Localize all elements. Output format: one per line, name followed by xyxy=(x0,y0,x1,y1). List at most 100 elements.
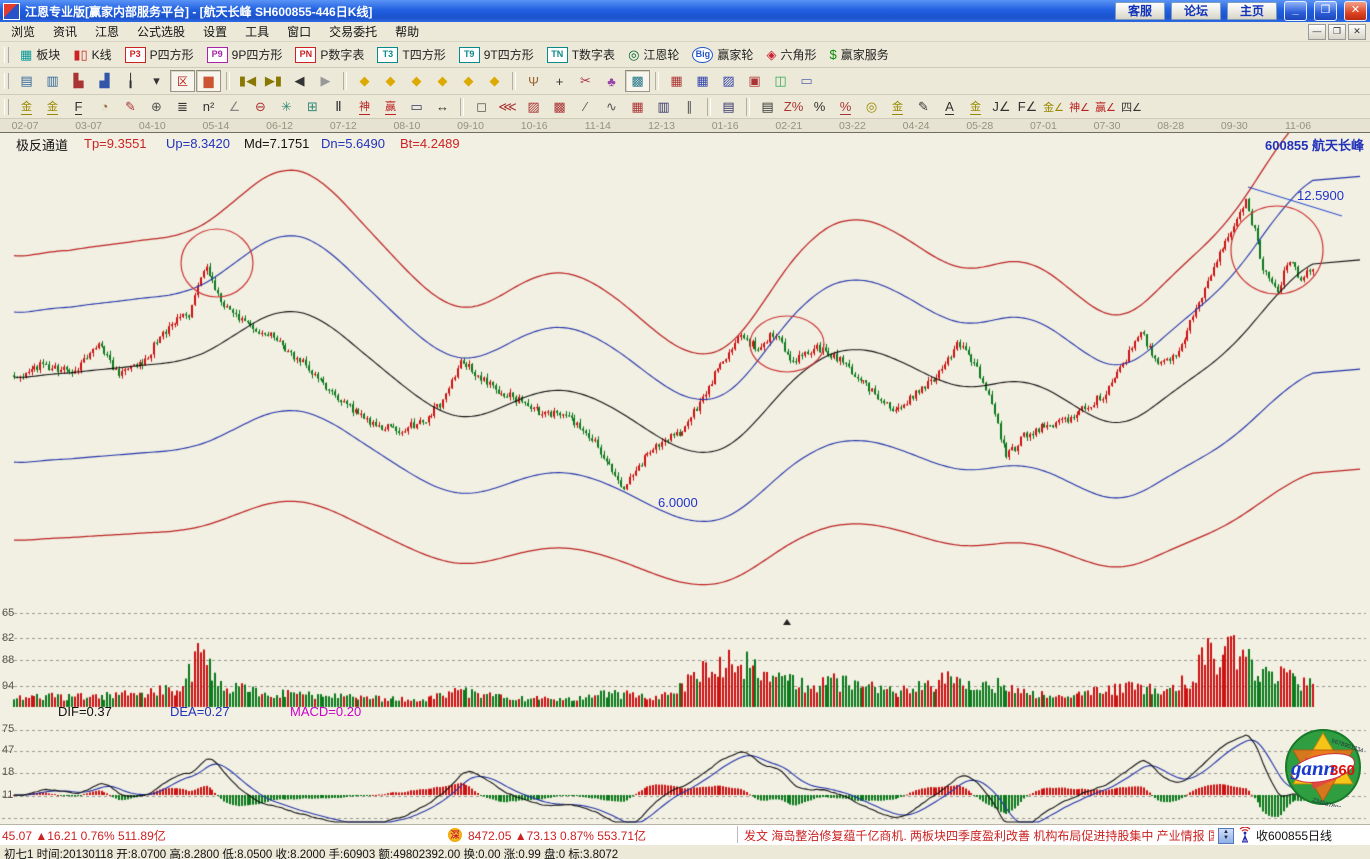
gold-section-icon[interactable]: 金 xyxy=(14,96,39,118)
first-bar-icon[interactable]: ▮◀ xyxy=(235,70,260,92)
net-chart-icon[interactable]: ◫ xyxy=(768,70,793,92)
cycle-circle-icon[interactable]: ⊕ xyxy=(144,96,169,118)
menu-item-1[interactable]: 资讯 xyxy=(44,21,86,42)
f-angle-icon[interactable]: F∠ xyxy=(1015,96,1040,118)
minimize-button[interactable]: _ xyxy=(1284,1,1307,21)
chart-small-9-icon[interactable]: ▟ xyxy=(92,70,117,92)
tool-winner-service[interactable]: $赢家服务 xyxy=(823,44,894,65)
j-angle-icon[interactable]: J∠ xyxy=(989,96,1014,118)
shen-tool-icon[interactable]: 神 xyxy=(352,96,377,118)
ruler-123-icon[interactable]: ▭ xyxy=(404,96,429,118)
candle-period-icon[interactable]: ╽ xyxy=(118,70,143,92)
fibonacci-icon[interactable]: F xyxy=(66,96,91,118)
shift-right-icon[interactable]: ◆ xyxy=(378,70,403,92)
report-icon[interactable]: ▤ xyxy=(14,70,39,92)
z-percent-icon[interactable]: Z% xyxy=(781,96,806,118)
zoom-out-v-icon[interactable]: ◆ xyxy=(456,70,481,92)
wave-tool-icon[interactable]: ∿ xyxy=(599,96,624,118)
mdi-restore-button[interactable]: ❐ xyxy=(1328,24,1346,40)
star-cycle-icon[interactable]: ✳ xyxy=(274,96,299,118)
kx-area-icon[interactable]: 区 xyxy=(170,70,195,92)
si-angle-icon[interactable]: 四∠ xyxy=(1119,96,1144,118)
spiral-icon[interactable]: ◔ xyxy=(92,96,117,118)
mdi-close-button[interactable]: ✕ xyxy=(1348,24,1366,40)
menu-item-2[interactable]: 江恩 xyxy=(86,21,128,42)
time-lines-icon[interactable]: ≣ xyxy=(170,96,195,118)
menu-item-6[interactable]: 窗口 xyxy=(278,21,320,42)
toolbar-grip[interactable] xyxy=(4,73,9,89)
gold-angle-base-icon[interactable]: 金 xyxy=(963,96,988,118)
cut-tool-icon[interactable]: ✂ xyxy=(573,70,598,92)
tool-t-number-table[interactable]: TNT数字表 xyxy=(541,44,621,65)
ying-tool-icon[interactable]: 赢 xyxy=(378,96,403,118)
tool-kline[interactable]: ▮▯K线 xyxy=(67,44,117,65)
hand-tool-icon[interactable]: Ψ xyxy=(521,70,546,92)
n2-cycle-icon[interactable]: n² xyxy=(196,96,221,118)
mdi-minimize-button[interactable]: ― xyxy=(1308,24,1326,40)
tool-winner-wheel[interactable]: Big赢家轮 xyxy=(686,44,759,65)
bar-count-icon[interactable]: Ⅱ xyxy=(326,96,351,118)
gann-circle-icon[interactable]: ⊖ xyxy=(248,96,273,118)
menu-item-4[interactable]: 设置 xyxy=(194,21,236,42)
computer-icon[interactable]: ▭ xyxy=(794,70,819,92)
dropdown-arrow-icon[interactable]: ▾ xyxy=(144,70,169,92)
shift-left-icon[interactable]: ◆ xyxy=(352,70,377,92)
angle-line-icon[interactable]: ∕ xyxy=(573,96,598,118)
tool-gann-wheel[interactable]: ◎江恩轮 xyxy=(622,44,685,65)
zone-tool-icon[interactable]: ▩ xyxy=(625,70,650,92)
gold-section-2-icon[interactable]: 金 xyxy=(40,96,65,118)
red-grid-icon[interactable]: ▦ xyxy=(625,96,650,118)
calendar-icon[interactable]: ▦ xyxy=(664,70,689,92)
save-icon[interactable]: ▣ xyxy=(742,70,767,92)
menu-item-3[interactable]: 公式选股 xyxy=(128,21,194,42)
toolbar-grip[interactable] xyxy=(4,47,9,63)
color-volume-icon[interactable]: ▆ xyxy=(196,70,221,92)
fan-lines-icon[interactable]: ⋘ xyxy=(495,96,520,118)
last-bar-icon[interactable]: ▶▮ xyxy=(261,70,286,92)
kline-chart-canvas[interactable] xyxy=(0,133,1370,824)
percent-icon[interactable]: % xyxy=(807,96,832,118)
ying-angle-icon[interactable]: 赢∠ xyxy=(1093,96,1118,118)
forum-button[interactable]: 论坛 xyxy=(1171,2,1221,20)
table-tool-icon[interactable]: ▤ xyxy=(716,96,741,118)
zoom-reset-icon[interactable]: ◆ xyxy=(482,70,507,92)
gann-grid-icon[interactable]: ▩ xyxy=(547,96,572,118)
percent-line-icon[interactable]: % xyxy=(833,96,858,118)
restore-button[interactable]: ❐ xyxy=(1314,1,1337,21)
menu-item-5[interactable]: 工具 xyxy=(236,21,278,42)
ticker-scroll-spinner[interactable]: ▲▼ xyxy=(1218,828,1234,844)
a-wave-icon[interactable]: A xyxy=(937,96,962,118)
chart-small-3-icon[interactable]: ▙ xyxy=(66,70,91,92)
tool-hexagon[interactable]: ◈六角形 xyxy=(760,44,822,65)
tool-blocks[interactable]: ▦板块 xyxy=(14,44,66,65)
quote-icon[interactable]: ▥ xyxy=(40,70,65,92)
grid-box-icon[interactable]: ▥ xyxy=(651,96,676,118)
stats-table-icon[interactable]: ▤ xyxy=(755,96,780,118)
gold-ring-icon[interactable]: ◎ xyxy=(859,96,884,118)
tool-p9-square[interactable]: P99P四方形 xyxy=(201,44,289,65)
gold-under-icon[interactable]: 金 xyxy=(885,96,910,118)
zoom-out-h-icon[interactable]: ◆ xyxy=(404,70,429,92)
calculator-icon[interactable]: ▦ xyxy=(690,70,715,92)
close-button[interactable]: ✕ xyxy=(1344,1,1367,21)
tool-p-square[interactable]: P3P四方形 xyxy=(119,44,200,65)
tool-t-square[interactable]: T3T四方形 xyxy=(371,44,451,65)
zoom-in-h-icon[interactable]: ◆ xyxy=(430,70,455,92)
box-tool-icon[interactable]: ◻ xyxy=(469,96,494,118)
menu-item-7[interactable]: 交易委托 xyxy=(320,21,386,42)
mirror-angle-icon[interactable]: ∠ xyxy=(222,96,247,118)
width-measure-icon[interactable]: ↔ xyxy=(430,96,455,118)
prev-bar-icon[interactable]: ◀ xyxy=(287,70,312,92)
tool-t9-square[interactable]: T99T四方形 xyxy=(453,44,540,65)
gann-box-icon[interactable]: ▨ xyxy=(521,96,546,118)
ink-pen-icon[interactable]: ✎ xyxy=(911,96,936,118)
tool-p-number-table[interactable]: PNP数字表 xyxy=(289,44,370,65)
customer-service-button[interactable]: 客服 xyxy=(1115,2,1165,20)
menu-item-0[interactable]: 浏览 xyxy=(2,21,44,42)
crosshair-tool-icon[interactable]: + xyxy=(547,70,572,92)
grid-cycle-icon[interactable]: ⊞ xyxy=(300,96,325,118)
pen-icon[interactable]: ✎ xyxy=(118,96,143,118)
shen-angle-icon[interactable]: 神∠ xyxy=(1067,96,1092,118)
news-ticker[interactable]: 发文 海岛整治修复蕴千亿商机. 两板块四季度盈利改善 机构布局促进持股集中 产业… xyxy=(744,827,1214,844)
next-bar-icon[interactable]: ▶ xyxy=(313,70,338,92)
